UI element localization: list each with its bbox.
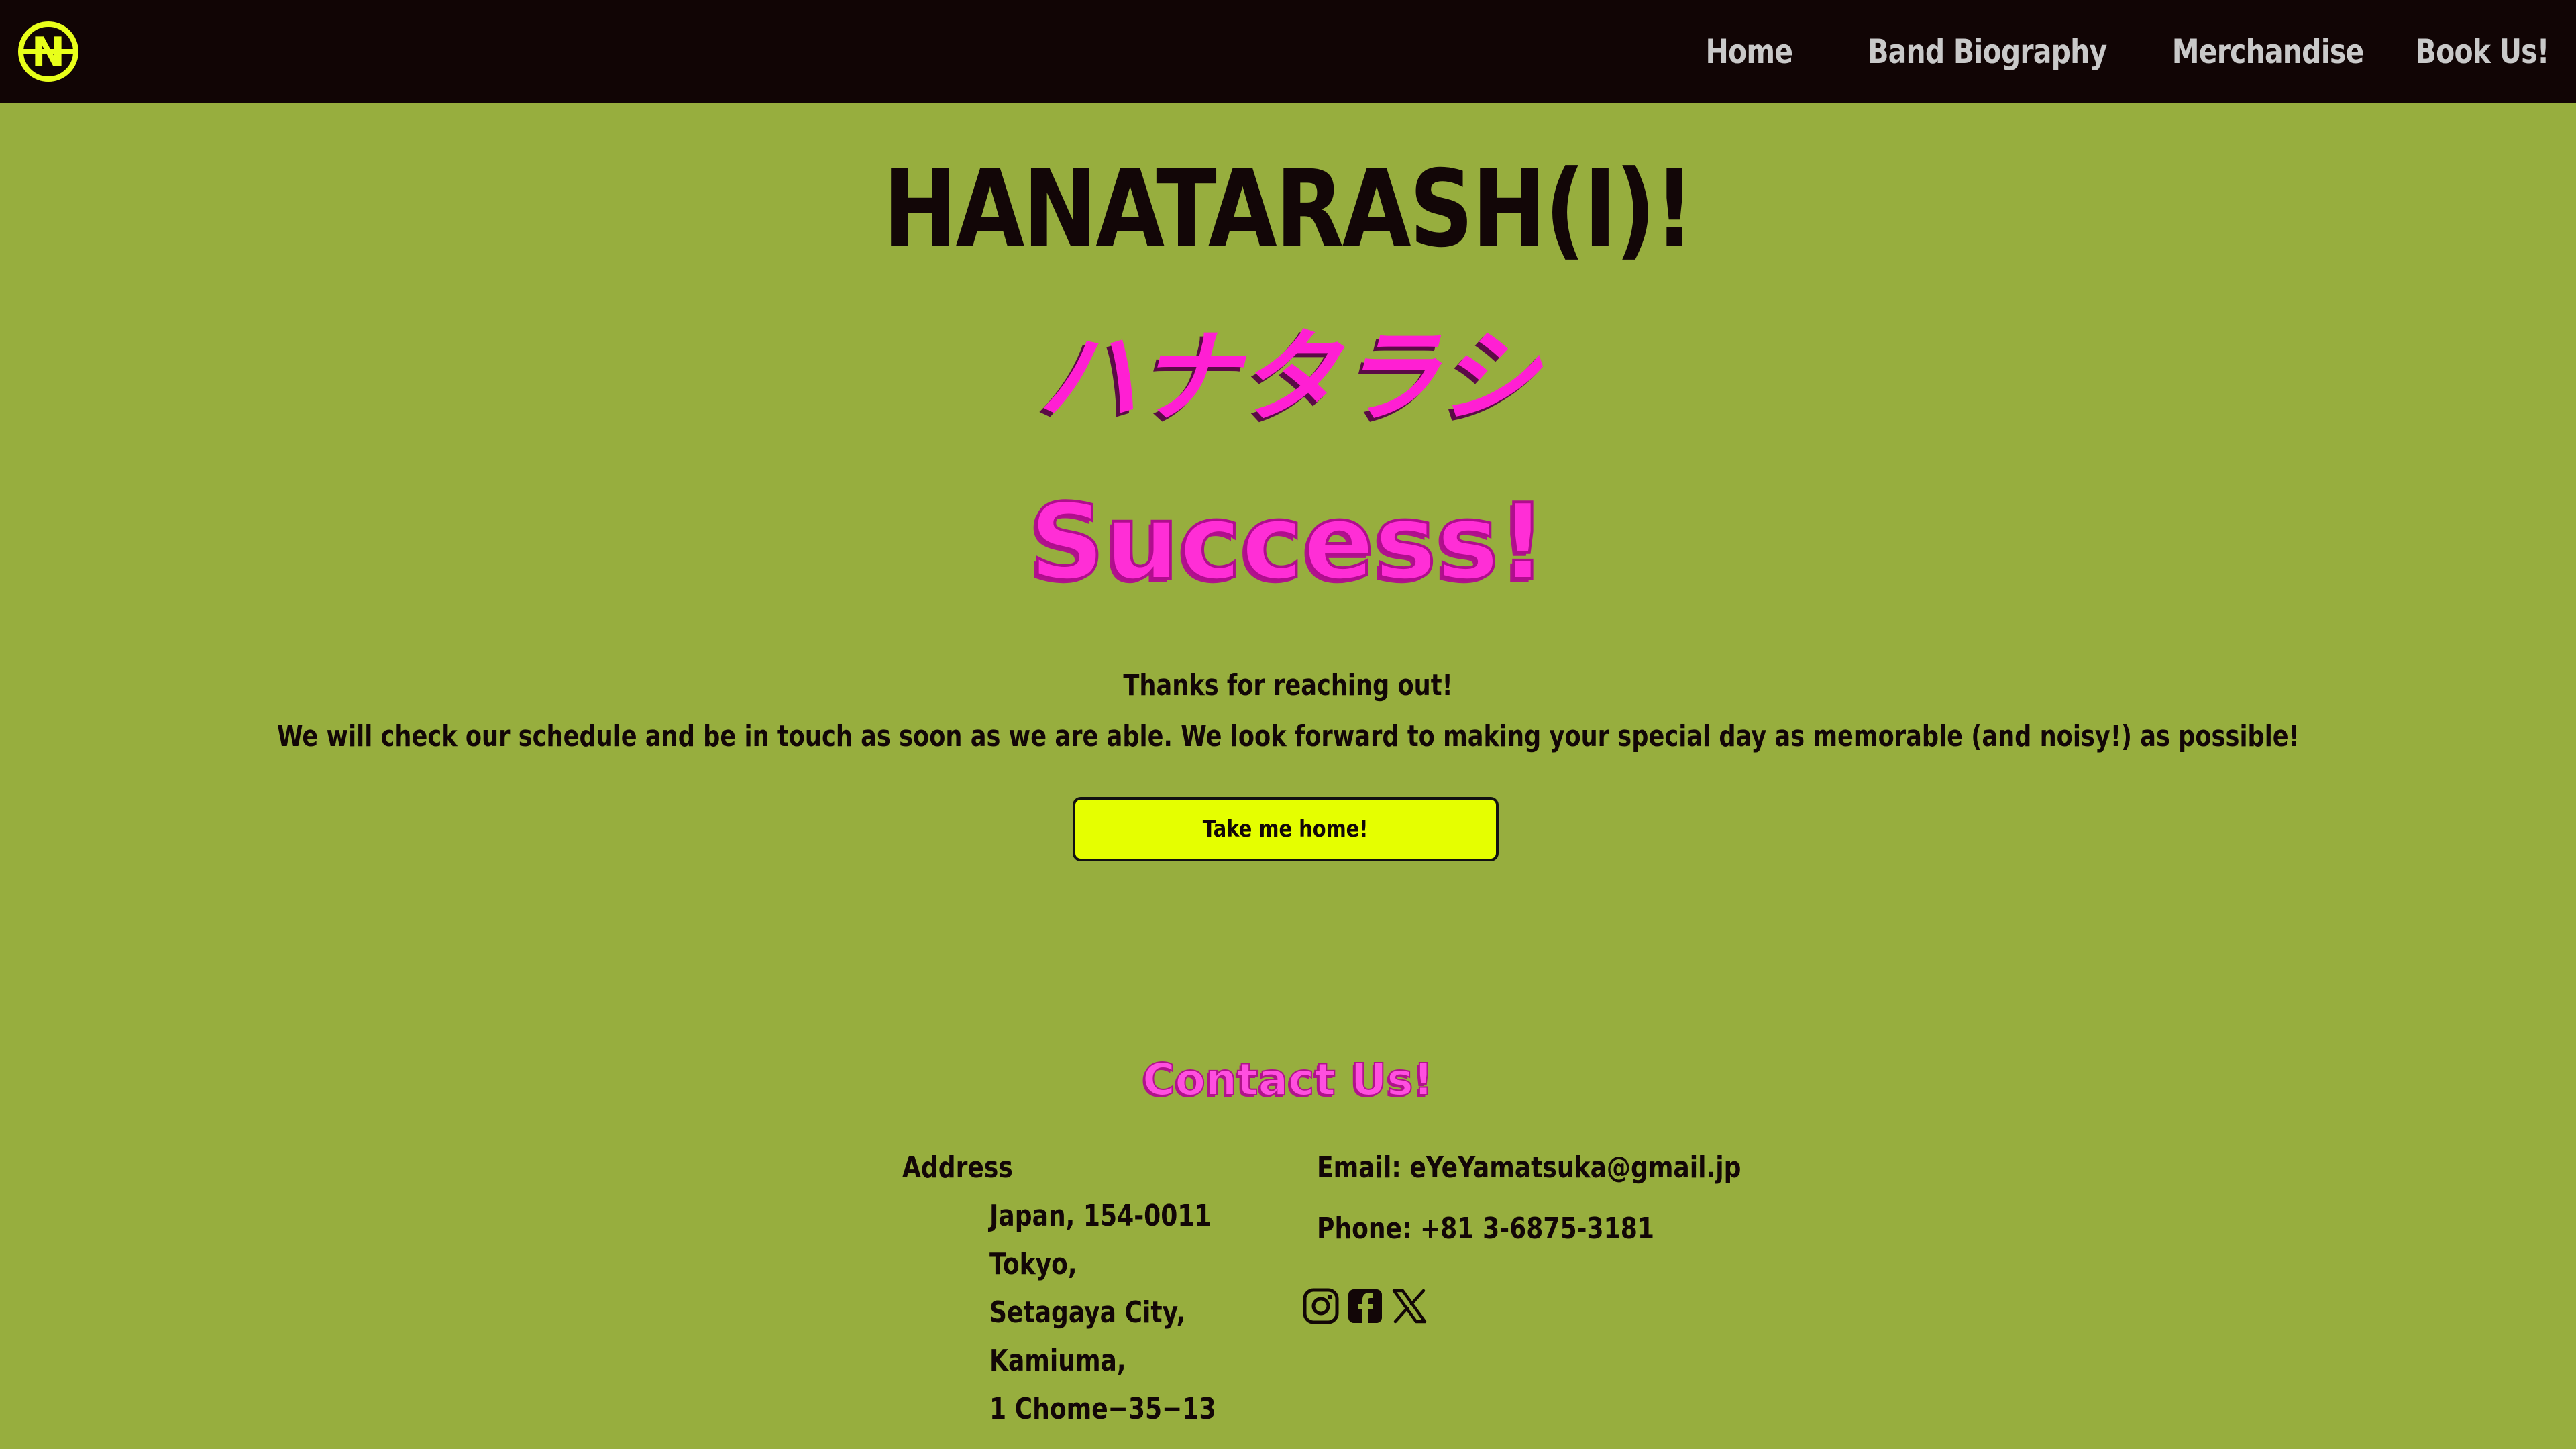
contact-email[interactable]: Email: eYeYamatsuka@gmail.jp <box>1317 1150 1741 1185</box>
nav-link-home[interactable]: Home <box>1706 32 1794 71</box>
facebook-icon[interactable] <box>1346 1287 1385 1326</box>
top-navbar: N Home Band Biography Merchandise Book U… <box>0 0 2576 103</box>
nav-link-book-us[interactable]: Book Us! <box>2416 32 2550 71</box>
address-line: Setagaya City, <box>989 1295 1186 1330</box>
address-line: Japan, 154-0011 <box>989 1199 1212 1233</box>
follow-up-message-text: We will check our schedule and be in tou… <box>276 719 2300 753</box>
address-line: 1 Chome−35−13 <box>989 1392 1216 1426</box>
nav-link-band-biography[interactable]: Band Biography <box>1868 32 2108 71</box>
band-name-heading: HANATARASH(I)! <box>0 149 2576 270</box>
band-name-japanese: ハナタラシ <box>1037 319 1539 436</box>
take-me-home-label: Take me home! <box>1203 816 1368 843</box>
instagram-icon[interactable] <box>1301 1287 1340 1326</box>
success-heading: Success! <box>1028 480 1548 604</box>
address-line: Kamiuma, <box>989 1344 1126 1378</box>
contact-heading: Contact Us! <box>1142 1053 1434 1106</box>
contact-phone[interactable]: Phone: +81 3-6875-3181 <box>1317 1212 1654 1246</box>
nav-link-merchandise[interactable]: Merchandise <box>2172 32 2365 71</box>
thanks-message: Thanks for reaching out! <box>0 668 2576 702</box>
social-links <box>1301 1287 1429 1326</box>
address-line: Tokyo, <box>989 1247 1077 1281</box>
band-logo-icon[interactable]: N <box>17 20 80 83</box>
main-nav: Home Band Biography Merchandise Book Us! <box>1686 0 2550 103</box>
take-me-home-button[interactable]: Take me home! <box>1073 797 1499 861</box>
x-icon[interactable] <box>1390 1287 1429 1326</box>
address-label: Address <box>902 1150 1013 1185</box>
follow-up-message: We will check our schedule and be in tou… <box>0 719 2576 753</box>
thanks-message-text: Thanks for reaching out! <box>1123 668 1453 702</box>
band-name-text: HANATARASH(I)! <box>883 148 1695 271</box>
logo-letter: N <box>32 29 65 76</box>
